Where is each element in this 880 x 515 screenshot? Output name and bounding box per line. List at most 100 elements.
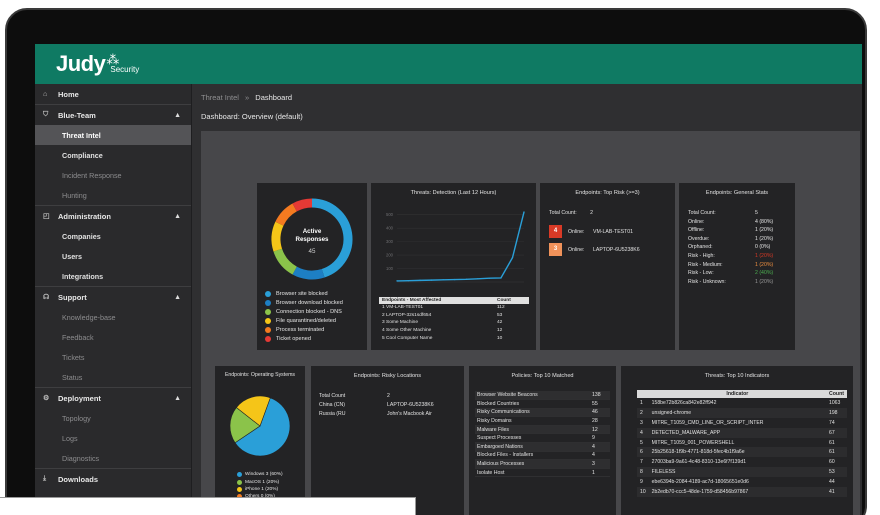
table-row[interactable]: Suspect Processes 9 [475,433,610,444]
breadcrumb-parent-link[interactable]: Threat Intel [201,93,239,102]
table-row[interactable]: Malicious Processes 3 [475,459,610,469]
table-row[interactable]: 6 25b25618-1f9b-4771-818d-5fec4b1f9a6e 61 [637,447,847,458]
indicator-rank: 6 [637,447,649,458]
data-point[interactable] [430,279,433,281]
table-row[interactable]: 1 158be72b826ca842e82ff942 1063 [637,398,847,408]
sidebar-section-support[interactable]: ☊ Support ▲ [35,287,191,307]
data-point[interactable] [454,278,456,281]
table-header[interactable]: Endpoints - Most Affected [379,297,494,304]
location-value[interactable]: John's Macbook Air [387,411,432,417]
table-row[interactable]: Blocked Files - Installers 4 [475,451,610,461]
table-row[interactable]: 8 FILELESS 53 [637,467,847,478]
sidebar-section-administration[interactable]: ◰ Administration ▲ [35,206,191,226]
table-header[interactable]: Count [826,390,847,398]
table-row[interactable]: 3 MITRE_T1059_CMD_LINE_OR_SCRIPT_INTER 74 [637,418,847,428]
sidebar-item-status[interactable]: Status [35,367,191,387]
sidebar-item-companies[interactable]: Companies [35,226,191,246]
sidebar-item-hunting[interactable]: Hunting [35,185,191,205]
sidebar-item-topology[interactable]: Topology [35,408,191,428]
table-row[interactable]: 2 LAPTOP-32s1sdf654 53 [379,312,529,320]
caret-up-icon[interactable]: ▲ [174,112,181,119]
data-point[interactable] [419,279,421,282]
sidebar-item-diagnostics[interactable]: Diagnostics [35,448,191,468]
stat-label: Overdue: [688,235,710,242]
logo[interactable]: Judy ⁂ Security [56,51,139,77]
sidebar-item-compliance[interactable]: Compliance [35,145,191,165]
table-row[interactable]: Blocked Countries 55 [475,399,610,409]
legend-item[interactable]: Process terminated [265,325,343,334]
donut-segment[interactable] [292,198,313,212]
sidebar-item-tickets[interactable]: Tickets [35,347,191,367]
table-row[interactable]: 3 Some Machine 42 [379,319,529,327]
indicator-name: 158be72b826ca842e82ff942 [651,399,717,406]
sidebar-section-blue-team[interactable]: ⛉ Blue-Team ▲ [35,105,191,125]
policy-count: 4 [590,451,610,461]
data-point[interactable] [511,257,514,259]
legend-item[interactable]: Connection blocked - DNS [265,307,343,316]
table-row[interactable]: 9 ebe6394b-2084-4189-ac7d-18065651e0d6 44 [637,477,847,487]
legend-item[interactable]: Browser site blocked [265,289,343,298]
data-point[interactable] [488,277,491,279]
table-row[interactable]: 4 DETECTED_MALWARE_APP 67 [637,427,847,438]
risk-host-link[interactable]: LAPTOP-6U5238K6 [593,247,640,253]
policy-count: 4 [590,442,610,452]
sidebar-item-knowledge-base[interactable]: Knowledge-base [35,307,191,327]
data-point[interactable] [523,211,525,213]
card-general-stats: Endpoints: General Stats Total Count: 5 On… [679,183,795,350]
policy-count: 12 [590,425,610,435]
stat-value: 5 [755,210,758,216]
legend-item[interactable]: Browser download blocked [265,298,343,307]
location-value[interactable]: LAPTOP-6U5238K6 [387,402,434,408]
table-row[interactable]: Embargoed Nations 4 [475,442,610,452]
table-header[interactable]: Indicator [648,390,827,398]
active-responses-donut: Active Responses 45 [271,198,353,280]
table-row[interactable]: 1 VM-LAB-TEST01 112 [379,304,529,312]
data-point[interactable] [500,277,502,279]
location-label: China (CN) [319,402,345,408]
card-title: Endpoints: Risky Locations [353,373,422,379]
series-line[interactable] [396,211,525,282]
table-row[interactable]: 5 Cool Computer Name 10 [379,334,529,342]
y-tick-label: 400 [386,226,394,231]
table-row[interactable]: 2 unsigned-chrome 198 [637,407,847,418]
caret-up-icon[interactable]: ▲ [174,294,181,301]
sidebar-item-threat-intel[interactable]: Threat Intel [35,125,191,145]
table-row[interactable]: Browser Website Beacons 138 [475,391,610,401]
legend-item[interactable]: Ticket opened [265,334,343,343]
caret-up-icon[interactable]: ▲ [174,213,181,220]
indicator-name: 25b25618-1f9b-4771-818d-5fec4b1f9a6e [648,447,827,458]
sidebar-item-downloads[interactable]: ⤓ Downloads [35,469,191,489]
data-point[interactable] [465,278,467,281]
sidebar-item-integrations[interactable]: Integrations [35,266,191,286]
sidebar-item-home[interactable]: ⌂ Home [35,84,191,104]
sidebar-section-deployment[interactable]: ⚙ Deployment ▲ [35,388,191,408]
donut-segment[interactable] [292,266,325,280]
legend-item[interactable]: Windows 3 (60%) [237,471,283,478]
data-point[interactable] [396,280,398,282]
donut-segment[interactable] [275,203,298,226]
data-point[interactable] [407,279,410,282]
table-row[interactable]: Risky Domains 28 [475,416,610,426]
caret-up-icon[interactable]: ▲ [174,395,181,402]
table-row[interactable]: 7 27003ba9-9a61-4c48-8310-13e6f7f139d1 60 [637,457,847,467]
table-row[interactable]: Risky Communications 46 [475,408,610,418]
table-row[interactable]: Isolate Host 1 [475,468,610,478]
sidebar-item-logs[interactable]: Logs [35,428,191,448]
sidebar-item-incident-response[interactable]: Incident Response [35,165,191,185]
legend-item[interactable]: MacOS 1 (20%) [237,478,283,485]
sidebar-item-users[interactable]: Users [35,246,191,266]
donut-segment[interactable] [273,248,298,275]
indicator-count: 53 [826,467,847,478]
data-point[interactable] [442,279,444,281]
table-row[interactable]: 4 Some Other Machine 12 [379,327,529,335]
donut-segment[interactable] [271,221,284,252]
legend-item[interactable]: File quarantined/deleted [265,316,343,325]
data-point[interactable] [477,278,479,280]
risk-host-link[interactable]: VM-LAB-TEST01 [593,229,633,235]
sidebar-item-feedback[interactable]: Feedback [35,327,191,347]
legend-item[interactable]: iPhone 1 (20%) [237,486,283,493]
table-row[interactable]: Malware Files 12 [475,425,610,435]
table-header[interactable]: Count [493,297,529,304]
table-row[interactable]: 10 2b2edb70-ccc5-48de-1759-d58456b97867 41 [637,487,847,497]
table-row[interactable]: 5 MITRE_T1059_001_POWERSHELL 61 [637,438,847,448]
